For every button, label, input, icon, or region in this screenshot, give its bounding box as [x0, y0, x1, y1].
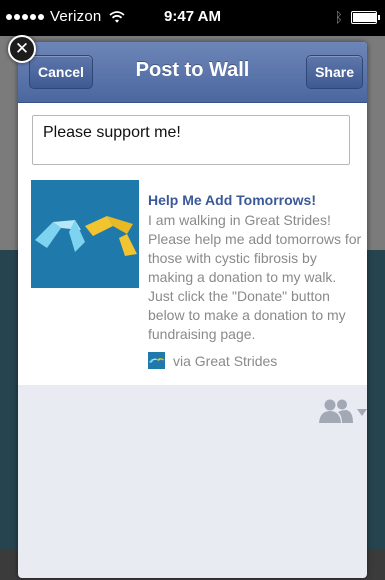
via-text[interactable]: via Great Strides: [173, 353, 277, 369]
link-description: I am walking in Great Strides! Please he…: [148, 212, 362, 342]
people-icon: [319, 399, 353, 423]
close-icon[interactable]: ✕: [8, 35, 36, 63]
status-right: ᛒ: [334, 9, 380, 25]
audience-selector[interactable]: [318, 398, 367, 424]
message-input[interactable]: Please support me!: [32, 115, 350, 165]
status-time: 9:47 AM: [164, 8, 221, 25]
great-strides-logo: [35, 216, 137, 256]
link-thumbnail: [31, 180, 139, 288]
battery-icon: [351, 10, 380, 24]
link-title[interactable]: Help Me Add Tomorrows!: [148, 192, 316, 208]
battery-fill: [353, 12, 376, 22]
post-content: Please support me! Help Me Add Tomorrows…: [18, 103, 367, 385]
bluetooth-icon: ᛒ: [334, 9, 343, 25]
app-icon: [148, 352, 165, 369]
via-attribution: via Great Strides: [148, 352, 277, 369]
share-button[interactable]: Share: [306, 55, 363, 89]
post-to-wall-dialog: Cancel Post to Wall Share Please support…: [18, 42, 367, 578]
dialog-navbar: Cancel Post to Wall Share: [18, 42, 367, 103]
chevron-down-icon: [357, 408, 367, 416]
status-bar: Verizon 9:47 AM ᛒ: [0, 0, 385, 36]
